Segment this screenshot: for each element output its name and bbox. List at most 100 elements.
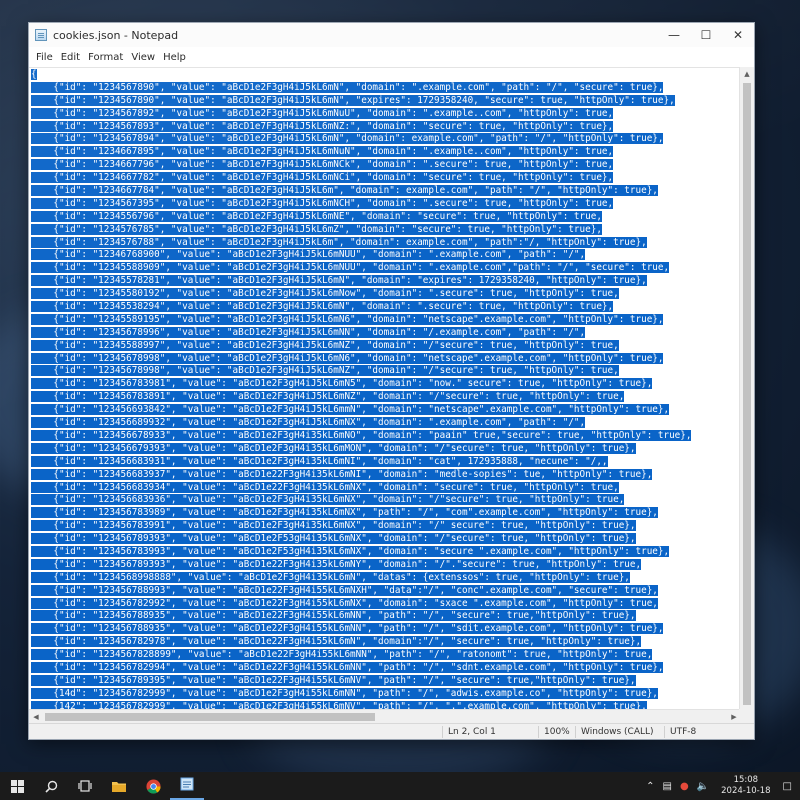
editor-line[interactable]: {"id": "123456678933", "value": "aBcD1e2… xyxy=(31,429,741,443)
windows-start-icon[interactable] xyxy=(0,772,34,800)
menu-view[interactable]: View xyxy=(127,52,159,63)
scroll-left-icon[interactable]: ◀ xyxy=(29,710,43,724)
editor-line[interactable]: {"id": "123456782978", "value": "aBcD1e2… xyxy=(31,636,741,649)
horizontal-scroll-thumb[interactable] xyxy=(45,713,375,721)
editor-line[interactable]: {"id": "1234667895", "value": "aBcD1e2F3… xyxy=(31,146,741,159)
editor-line[interactable]: {"id": "123456683934", "value": "aBcD1e2… xyxy=(31,481,741,495)
maximize-button[interactable]: ☐ xyxy=(690,23,722,47)
editor-line[interactable]: {"id": "123456782992", "value": "aBcD1e2… xyxy=(31,597,741,611)
editor-line-text: {"id": "123456789395", "value": "aBcD1e2… xyxy=(31,674,636,686)
editor-line[interactable]: {"id": "12345588997", "value": "aBcD1e2F… xyxy=(31,339,741,353)
editor-line[interactable]: {"id": "12345538294", "value": "aBcD1e2F… xyxy=(31,301,741,314)
editor-line[interactable]: {"id": "1234567890", "value": "aBcD1e2F3… xyxy=(31,81,741,95)
chevron-up-icon[interactable]: ⌃ xyxy=(642,781,658,792)
notepad-taskbar-button[interactable] xyxy=(170,772,204,800)
chrome-icon[interactable] xyxy=(136,772,170,800)
editor-line[interactable]: {14d": "123456782999", "value": "aBcD1e2… xyxy=(31,687,741,701)
editor-line[interactable]: {"id": "12345678998", "value": "aBcD1e2F… xyxy=(31,352,741,366)
editor-line[interactable]: {"id": "123456693842", "value": "aBcD1e2… xyxy=(31,404,741,417)
editor-content[interactable]: { {"id": "1234567890", "value": "aBcD1e2… xyxy=(29,68,741,723)
editor-line[interactable]: {"id": "1234567890", "value": "aBcD1e2F3… xyxy=(31,94,741,108)
menu-file[interactable]: File xyxy=(32,52,57,63)
horizontal-scrollbar[interactable]: ◀ ▶ xyxy=(29,709,741,723)
editor-line[interactable]: {"id": "1234667796", "value": "aBcD1e7F3… xyxy=(31,159,741,172)
notepad-icon xyxy=(180,776,194,795)
line-ending: Windows (CALL) xyxy=(575,726,665,738)
editor-line[interactable]: {"id": "12345588909", "value": "aBcD1e2F… xyxy=(31,262,741,275)
editor-line[interactable]: {"id": "1234576785", "value": "aBcD1e2F3… xyxy=(31,223,741,237)
editor-line[interactable]: {"id": "123456783993", "value": "aBcD1e2… xyxy=(31,545,741,559)
editor-line-text: {"id": "123456678933", "value": "aBcD1e2… xyxy=(31,429,692,441)
text-editor[interactable]: { {"id": "1234567890", "value": "aBcD1e2… xyxy=(29,67,741,723)
volume-icon[interactable]: 🔈 xyxy=(693,781,713,792)
editor-line-text: { xyxy=(31,69,37,80)
editor-line-text: {"id": "1234567890", "value": "aBcD1e2F3… xyxy=(31,81,664,93)
editor-line[interactable]: {"id": "12345578281", "value": "aBcD1e2F… xyxy=(31,275,741,288)
editor-line[interactable]: {"id": "1234567828899", "value": "aBcD1e… xyxy=(31,649,741,662)
network-icon[interactable]: ▤ xyxy=(659,781,676,792)
maximize-icon: ☐ xyxy=(700,28,712,42)
task-view-icon[interactable] xyxy=(68,772,102,800)
editor-line-text: {"id": "123456683931", "value": "aBcD1e2… xyxy=(31,455,608,467)
menu-edit[interactable]: Edit xyxy=(57,52,84,63)
editor-line[interactable]: {"id": "123456783891", "value": "aBcD1e2… xyxy=(31,391,741,404)
editor-line[interactable]: {"id": "123456788935", "value": "aBcD1e2… xyxy=(31,610,741,623)
editor-line-text: {"id": "12345588909", "value": "aBcD1e2F… xyxy=(31,262,670,274)
editor-line-text: {"id": "1234568998888", "value": "aBcD1e… xyxy=(31,571,630,583)
menu-format[interactable]: Format xyxy=(84,52,127,63)
editor-line[interactable]: {"id": "123456683931", "value": "aBcD1e2… xyxy=(31,455,741,469)
scroll-up-icon[interactable]: ▲ xyxy=(740,67,754,81)
editor-line[interactable]: {"id": "123456788993", "value": "aBcD1e2… xyxy=(31,584,741,598)
editor-line-text: {"id": "123456783991", "value": "aBcD1e2… xyxy=(31,520,636,532)
search-icon[interactable] xyxy=(34,772,68,800)
clock[interactable]: 15:08 2024-10-18 xyxy=(713,775,778,797)
editor-line[interactable]: {"id": "123456783989", "value": "aBcD1e2… xyxy=(31,507,741,520)
notification-icon[interactable]: □ xyxy=(779,781,800,792)
editor-line-text: {"id": "123456683936", "value": "aBcD1e2… xyxy=(31,494,625,506)
editor-line-text: {"id": "1234667784", "value": "aBcD1e2F3… xyxy=(31,185,658,197)
status-bar: Ln 2, Col 1 100% Windows (CALL) UTF-8 xyxy=(29,723,754,739)
title-bar[interactable]: cookies.json - Notepad — ☐ ✕ xyxy=(29,23,754,47)
editor-line[interactable]: {"id": "1234568998888", "value": "aBcD1e… xyxy=(31,571,741,585)
close-button[interactable]: ✕ xyxy=(722,23,754,47)
editor-line[interactable]: {"id": "1234667784", "value": "aBcD1e2F3… xyxy=(31,185,741,198)
vertical-scrollbar[interactable]: ▲ ▼ xyxy=(739,67,754,723)
editor-line[interactable]: {"id": "123456689932", "value": "aBcD1e2… xyxy=(31,417,741,430)
editor-line[interactable]: {"id": "123456683937", "value": "aBcD1e2… xyxy=(31,468,741,482)
editor-line[interactable]: {"id": "1234667782", "value": "aBcD1e7F3… xyxy=(31,172,741,185)
editor-line[interactable]: {"id": "12345678996", "value": "aBcD1e2F… xyxy=(31,326,741,340)
security-icon[interactable]: ● xyxy=(676,781,693,792)
editor-line[interactable]: {"id": "123456789395", "value": "aBcD1e2… xyxy=(31,674,741,688)
editor-line[interactable]: {"id": "123456683936", "value": "aBcD1e2… xyxy=(31,494,741,507)
editor-line[interactable]: {"id": "123456788935", "value": "aBcD1e2… xyxy=(31,623,741,636)
vertical-scroll-thumb[interactable] xyxy=(743,83,751,705)
file-explorer-icon[interactable] xyxy=(102,772,136,800)
editor-line[interactable]: {"id": "1234567894", "value": "aBcD1e2F3… xyxy=(31,133,741,146)
editor-line[interactable]: {"id": "12345580192", "value": "aBcD1e2F… xyxy=(31,288,741,301)
editor-line[interactable]: {"id": "12345589195", "value": "aBcD1e2F… xyxy=(31,313,741,327)
editor-line[interactable]: {"id": "1234556796", "value": "aBcD1e2F3… xyxy=(31,210,741,224)
editor-line[interactable]: {"id": "123456783991", "value": "aBcD1e2… xyxy=(31,520,741,533)
editor-line-text: {"id": "12345538294", "value": "aBcD1e2F… xyxy=(31,301,614,313)
editor-line[interactable]: {"id": "1234567892", "value": "aBcD1e2F3… xyxy=(31,107,741,121)
menu-help[interactable]: Help xyxy=(159,52,190,63)
editor-line-text: {"id": "123456783993", "value": "aBcD1e2… xyxy=(31,545,670,557)
editor-line[interactable]: {"id": "123456783981", "value": "aBcD1e2… xyxy=(31,378,741,391)
editor-line[interactable]: {"id": "1234567893", "value": "aBcD1e7F3… xyxy=(31,120,741,134)
editor-line-text: {"id": "123456789393", "value": "aBcD1e2… xyxy=(31,558,642,570)
editor-line-text: {"id": "1234576788", "value": "aBcD1e2F3… xyxy=(31,236,647,248)
editor-line[interactable]: {"id": "12346768900", "value": "aBcD1e2F… xyxy=(31,249,741,262)
editor-line[interactable]: {"id": "123456679393", "value": "aBcD1e2… xyxy=(31,442,741,456)
editor-line-text: {"id": "1234667782", "value": "aBcD1e7F3… xyxy=(31,172,614,184)
editor-line[interactable]: {"id": "123456782994", "value": "aBcD1e2… xyxy=(31,661,741,675)
editor-line[interactable]: {"id": "123456789393", "value": "aBcD1e2… xyxy=(31,533,741,546)
editor-line[interactable]: {"id": "12345678998", "value": "aBcD1e2F… xyxy=(31,365,741,378)
editor-line-text: {"id": "1234567892", "value": "aBcD1e2F3… xyxy=(31,107,614,119)
editor-line[interactable]: { xyxy=(31,69,741,82)
editor-line[interactable]: {"id": "1234576788", "value": "aBcD1e2F3… xyxy=(31,236,741,250)
minimize-button[interactable]: — xyxy=(658,23,690,47)
editor-line-text: {"id": "1234567893", "value": "aBcD1e7F3… xyxy=(31,120,614,132)
editor-line-text: {"id": "12345588997", "value": "aBcD1e2F… xyxy=(31,339,619,351)
editor-line[interactable]: {"id": "1234567395", "value": "aBcD1e2F3… xyxy=(31,197,741,211)
editor-line[interactable]: {"id": "123456789393", "value": "aBcD1e2… xyxy=(31,558,741,572)
